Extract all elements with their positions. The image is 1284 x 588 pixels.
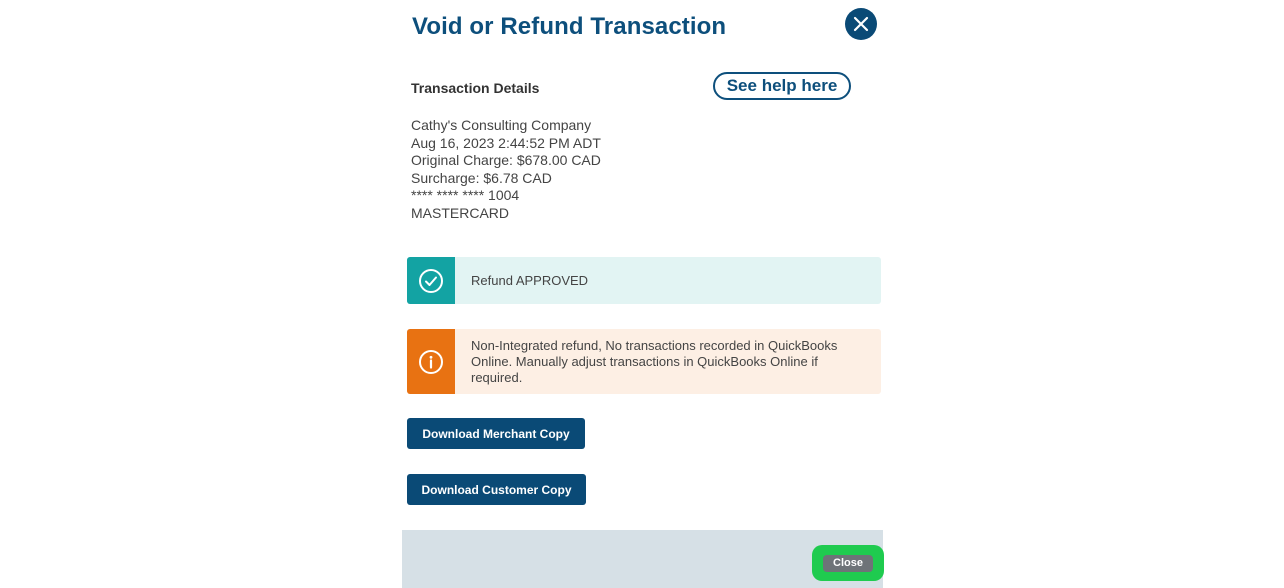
- card-type: MASTERCARD: [411, 204, 510, 221]
- close-dialog-button[interactable]: [845, 8, 877, 40]
- alert-message: Non-Integrated refund, No transactions r…: [471, 337, 838, 385]
- transaction-details-label: Transaction Details: [411, 80, 540, 96]
- refund-approved-alert: Refund APPROVED: [407, 257, 881, 304]
- see-help-button[interactable]: See help here: [713, 72, 851, 100]
- close-button[interactable]: Close: [823, 554, 873, 572]
- transaction-date: Aug 16, 2023 2:44:52 PM ADT: [411, 134, 601, 151]
- dialog-footer: Close: [402, 530, 884, 588]
- dialog-title: Void or Refund Transaction: [412, 13, 727, 40]
- check-circle-icon: [407, 257, 455, 304]
- close-button-highlight: Close: [812, 545, 884, 581]
- download-merchant-copy-button[interactable]: Download Merchant Copy: [407, 418, 585, 449]
- alert-message: Refund APPROVED: [471, 272, 589, 288]
- refund-dialog: Void or Refund Transaction Transaction D…: [402, 0, 884, 588]
- card-number: **** **** **** 1004: [411, 187, 520, 203]
- non-integrated-warning-alert: Non-Integrated refund, No transactions r…: [407, 329, 881, 394]
- close-icon: [853, 16, 869, 32]
- surcharge: Surcharge: $6.78 CAD: [411, 169, 552, 186]
- original-charge: Original Charge: $678.00 CAD: [411, 152, 601, 168]
- info-circle-icon: [407, 329, 455, 394]
- merchant-name: Cathy's Consulting Company: [411, 117, 592, 133]
- download-customer-copy-button[interactable]: Download Customer Copy: [407, 474, 586, 505]
- transaction-details: Cathy's Consulting Company Aug 16, 2023 …: [411, 117, 601, 222]
